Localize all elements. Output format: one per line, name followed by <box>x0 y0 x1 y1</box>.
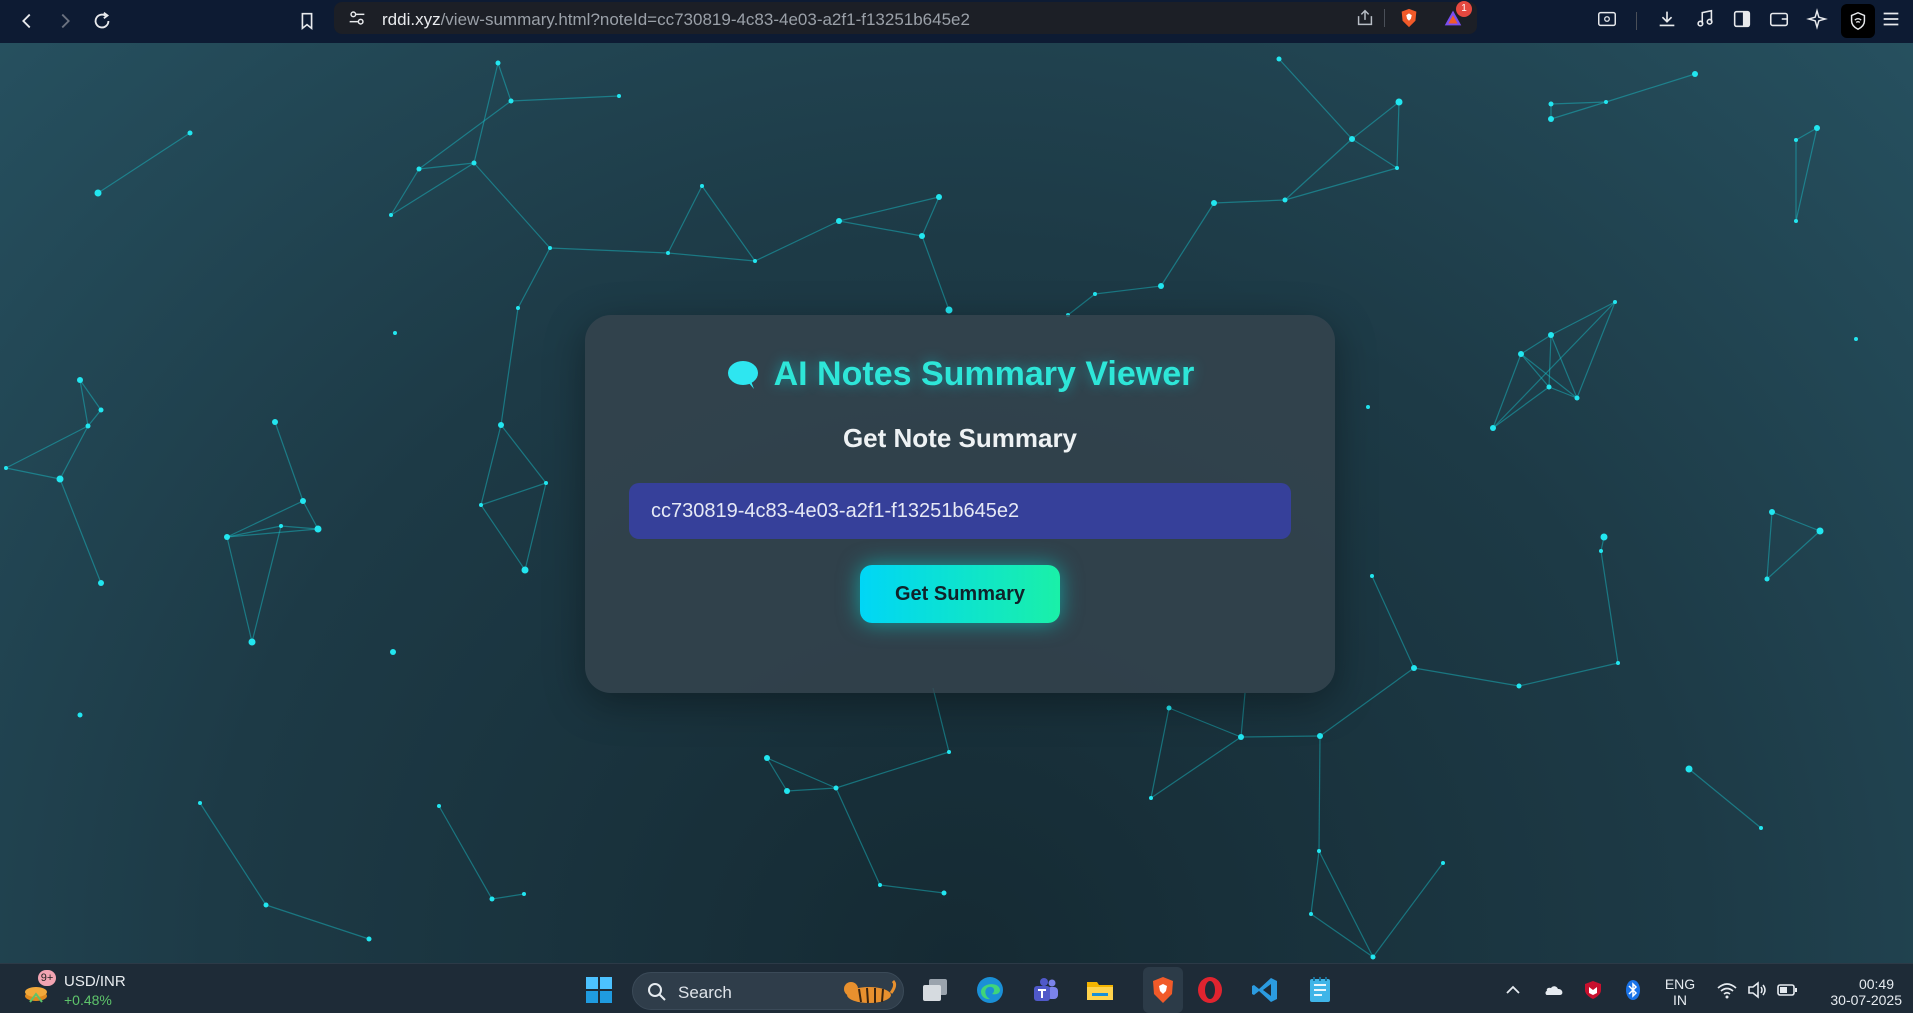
edge-icon[interactable] <box>973 973 1007 1007</box>
site-settings-icon[interactable] <box>344 5 370 31</box>
start-icon[interactable] <box>582 973 616 1007</box>
url-text: rddi.xyz/view-summary.html?noteId=cc7308… <box>382 10 970 30</box>
wifi-icon[interactable] <box>1716 979 1738 1001</box>
sidebar-icon[interactable] <box>1729 6 1755 32</box>
wallet-icon[interactable] <box>1766 6 1792 32</box>
url-host: rddi.xyz <box>382 10 441 29</box>
url-path: /view-summary.html?noteId=cc730819-4c83-… <box>440 10 970 29</box>
reload-icon[interactable] <box>87 6 117 36</box>
browser-toolbar: rddi.xyz/view-summary.html?noteId=cc7308… <box>0 0 1913 43</box>
address-bar[interactable]: rddi.xyz/view-summary.html?noteId=cc7308… <box>334 1 1477 34</box>
volume-icon[interactable] <box>1746 979 1768 1001</box>
taskbar: 9+ USD/INR +0.48% Search ENG IN 00:49 30… <box>0 963 1913 1013</box>
language-line1: ENG <box>1664 976 1696 992</box>
notification-badge: 9+ <box>38 970 56 986</box>
download-icon[interactable] <box>1654 6 1680 32</box>
leo-ai-icon[interactable] <box>1804 6 1830 32</box>
divider <box>1636 12 1637 30</box>
brave-shields-icon[interactable] <box>1396 5 1422 31</box>
battery-icon[interactable] <box>1776 979 1798 1001</box>
section-heading: Get Note Summary <box>842 423 1078 453</box>
widget-title: USD/INR <box>64 973 126 990</box>
language-indicator[interactable]: ENG IN <box>1662 976 1698 1008</box>
taskbar-search[interactable]: Search <box>632 972 904 1010</box>
task-view-icon[interactable] <box>918 973 952 1007</box>
vscode-icon[interactable] <box>1248 973 1282 1007</box>
teams-icon[interactable] <box>1028 973 1062 1007</box>
page-background: AI Notes Summary Viewer Get Note Summary… <box>0 43 1913 963</box>
currency-widget[interactable]: 9+ USD/INR +0.48% <box>22 970 162 1010</box>
mcafee-icon[interactable] <box>1582 979 1604 1001</box>
tiger-icon <box>844 979 897 1004</box>
clock-date: 30-07-2025 <box>1830 992 1902 1008</box>
divider <box>1384 9 1385 27</box>
language-line2: IN <box>1673 992 1687 1008</box>
bookmark-icon[interactable] <box>292 6 322 36</box>
speech-bubble-icon <box>726 358 760 392</box>
page-title-text: AI Notes Summary Viewer <box>773 355 1195 393</box>
note-id-input[interactable] <box>629 483 1291 539</box>
search-label: Search <box>678 983 732 1002</box>
rewards-badge: 1 <box>1456 1 1472 17</box>
menu-icon[interactable] <box>1878 6 1904 32</box>
forward-icon[interactable] <box>50 6 80 36</box>
brave-browser-icon[interactable] <box>1146 973 1180 1007</box>
onedrive-icon[interactable] <box>1542 979 1564 1001</box>
opera-icon[interactable] <box>1193 973 1227 1007</box>
widget-change: +0.48% <box>64 992 112 1008</box>
vpn-icon[interactable] <box>1841 4 1875 38</box>
chevron-up-icon[interactable] <box>1502 979 1524 1001</box>
get-summary-button[interactable]: Get Summary <box>860 565 1060 623</box>
reading-mode-icon[interactable] <box>1594 6 1620 32</box>
clock-time: 00:49 <box>1858 976 1894 992</box>
search-icon <box>648 983 666 1001</box>
page-title: AI Notes Summary Viewer <box>585 355 1335 394</box>
clock[interactable]: 00:49 30-07-2025 <box>1812 976 1902 1008</box>
share-icon[interactable] <box>1352 5 1378 31</box>
file-explorer-icon[interactable] <box>1083 973 1117 1007</box>
bluetooth-icon[interactable] <box>1622 979 1644 1001</box>
brave-rewards-icon[interactable]: 1 <box>1440 1 1472 31</box>
notepad-icon[interactable] <box>1303 973 1337 1007</box>
back-icon[interactable] <box>12 6 42 36</box>
summary-card: AI Notes Summary Viewer Get Note Summary… <box>585 315 1335 693</box>
media-icon[interactable] <box>1692 6 1718 32</box>
